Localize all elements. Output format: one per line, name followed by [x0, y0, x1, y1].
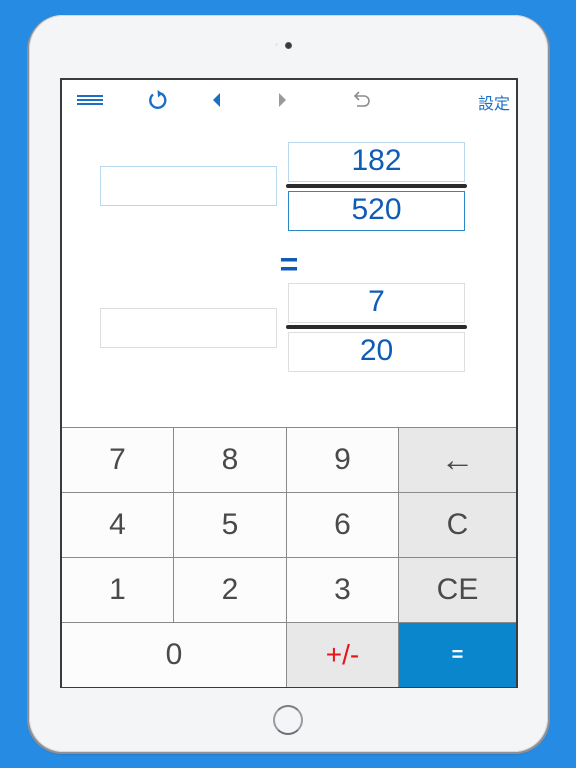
key-4[interactable]: 4: [62, 493, 174, 558]
equals-sign: =: [279, 246, 299, 282]
key-0[interactable]: 0: [62, 623, 287, 687]
undo-icon[interactable]: [350, 88, 374, 112]
input-denominator-field[interactable]: 520: [288, 191, 465, 231]
backspace-key[interactable]: ←: [399, 428, 516, 493]
light-sensor: [275, 43, 278, 46]
home-button[interactable]: [273, 705, 303, 735]
triangle-left-icon[interactable]: [207, 88, 227, 112]
sign-toggle-key[interactable]: +/-: [287, 623, 399, 687]
input-numerator-field[interactable]: 182: [288, 142, 465, 182]
input-fraction-bar: [286, 184, 467, 188]
app-screen: 設定 182 520 = 7 20 7 8 9 ← 4 5 6 C 1 2 3 …: [60, 78, 518, 688]
key-6[interactable]: 6: [287, 493, 399, 558]
toolbar: 設定: [62, 80, 516, 120]
result-whole-field[interactable]: [100, 308, 277, 348]
keypad: 7 8 9 ← 4 5 6 C 1 2 3 CE 0 +/- =: [62, 427, 516, 687]
clear-entry-key[interactable]: CE: [399, 558, 516, 623]
camera-icon: [285, 42, 292, 49]
key-7[interactable]: 7: [62, 428, 174, 493]
result-denominator-field[interactable]: 20: [288, 332, 465, 372]
menu-icon[interactable]: [76, 88, 104, 112]
result-numerator-field[interactable]: 7: [288, 283, 465, 323]
equals-key[interactable]: =: [399, 623, 516, 687]
key-5[interactable]: 5: [174, 493, 287, 558]
triangle-right-icon[interactable]: [272, 88, 292, 112]
input-whole-field[interactable]: [100, 166, 277, 206]
result-fraction-bar: [286, 325, 467, 329]
key-2[interactable]: 2: [174, 558, 287, 623]
settings-button[interactable]: 設定: [478, 90, 510, 114]
clear-key[interactable]: C: [399, 493, 516, 558]
refresh-icon[interactable]: [146, 88, 170, 112]
key-1[interactable]: 1: [62, 558, 174, 623]
key-8[interactable]: 8: [174, 428, 287, 493]
key-9[interactable]: 9: [287, 428, 399, 493]
key-3[interactable]: 3: [287, 558, 399, 623]
